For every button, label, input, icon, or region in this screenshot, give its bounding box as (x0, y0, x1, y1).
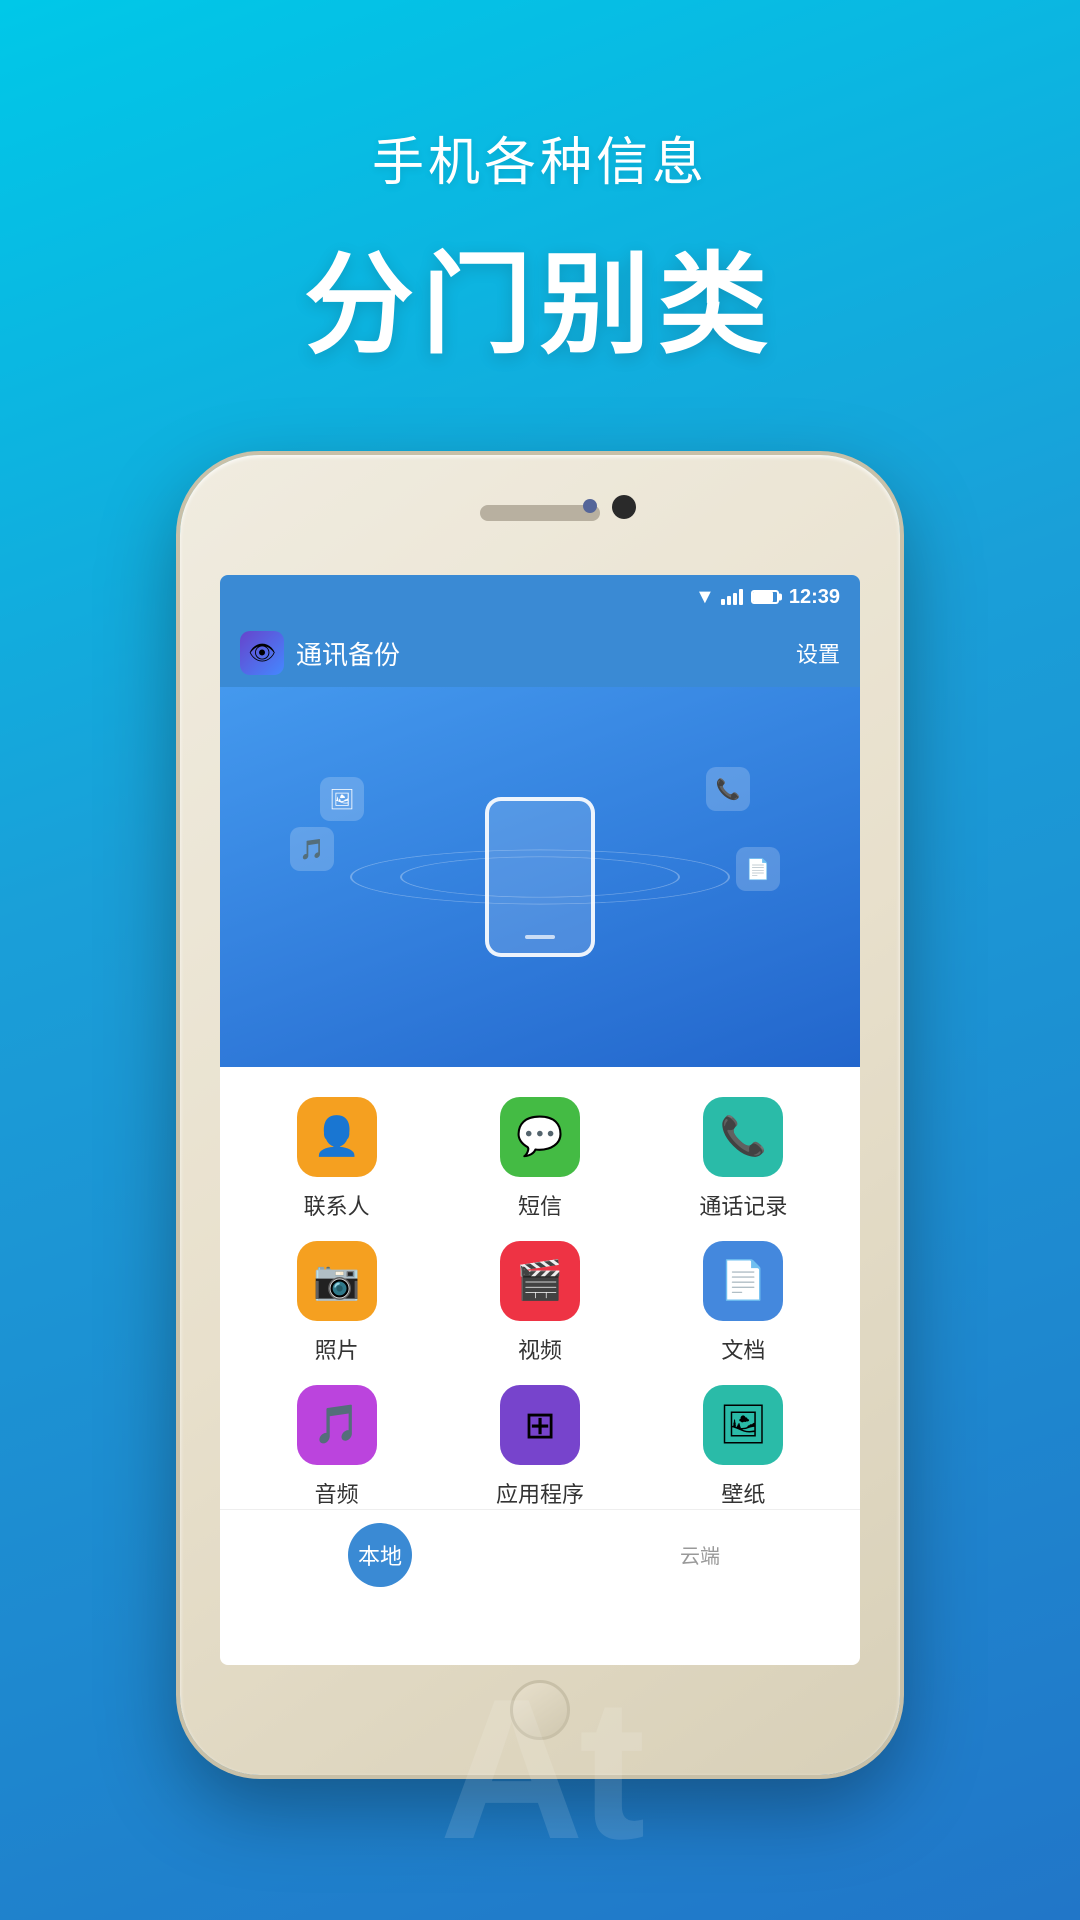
grid-item-calls[interactable]: 📞 通话记录 (647, 1097, 840, 1221)
grid-item-photos[interactable]: 📷 照片 (240, 1241, 433, 1365)
status-icons: ▼ 12:39 (695, 586, 840, 609)
status-bar: ▼ 12:39 (220, 575, 860, 619)
app-grid-section: 👤 联系人 💬 短信 📞 通话记录 📷 (220, 1067, 860, 1509)
grid-item-sms[interactable]: 💬 短信 (443, 1097, 636, 1221)
hero-area: 🖼 🎵 📞 📄 (220, 687, 860, 1067)
phone-outer: ▼ 12:39 (180, 455, 900, 1775)
background: 手机各种信息 分门别类 ▼ (0, 0, 1080, 1920)
floating-icon-photo: 🖼 (320, 777, 364, 821)
tab-local-dot: 本地 (348, 1523, 412, 1587)
apps-icon: ⊞ (500, 1385, 580, 1465)
grid-item-audio[interactable]: 🎵 音频 (240, 1385, 433, 1509)
tab-local[interactable]: 本地 (220, 1523, 540, 1587)
grid-item-contacts[interactable]: 👤 联系人 (240, 1097, 433, 1221)
video-label: 视频 (518, 1333, 562, 1365)
battery-icon (751, 590, 779, 604)
sms-label: 短信 (518, 1189, 562, 1221)
floating-icon-music: 🎵 (290, 827, 334, 871)
app-grid: 👤 联系人 💬 短信 📞 通话记录 📷 (240, 1097, 840, 1509)
phone-camera (612, 495, 636, 519)
contacts-label: 联系人 (304, 1189, 370, 1221)
hero-phone-graphic (485, 797, 595, 957)
tab-cloud-label: 云端 (680, 1540, 720, 1569)
photos-label: 照片 (315, 1333, 359, 1365)
status-time: 12:39 (789, 586, 840, 609)
wallpaper-label: 壁纸 (721, 1477, 765, 1509)
bottom-tabs: 本地 云端 (220, 1509, 860, 1599)
grid-item-wallpaper[interactable]: 🖼 壁纸 (647, 1385, 840, 1509)
phone-top-bezel (180, 455, 900, 575)
settings-button[interactable]: 设置 (796, 637, 840, 669)
grid-item-video[interactable]: 🎬 视频 (443, 1241, 636, 1365)
tab-cloud[interactable]: 云端 (540, 1540, 860, 1569)
bottom-watermark-text: At (439, 1670, 640, 1870)
apps-label: 应用程序 (496, 1477, 584, 1509)
phone-speaker (480, 505, 600, 521)
signal-icon (721, 589, 743, 605)
audio-icon: 🎵 (297, 1385, 377, 1465)
phone-screen: ▼ 12:39 (220, 575, 860, 1665)
phone-mockup: ▼ 12:39 (180, 455, 900, 1775)
photos-icon: 📷 (297, 1241, 377, 1321)
contacts-icon: 👤 (297, 1097, 377, 1177)
bottom-watermark-area: At (0, 1620, 1080, 1920)
audio-label: 音频 (315, 1477, 359, 1509)
app-logo-icon: 👁 (240, 631, 284, 675)
floating-icon-doc: 📄 (736, 847, 780, 891)
logo-emoji: 👁 (248, 640, 276, 666)
app-title: 通讯备份 (296, 635, 796, 672)
calls-label: 通话记录 (699, 1189, 787, 1221)
grid-item-docs[interactable]: 📄 文档 (647, 1241, 840, 1365)
docs-label: 文档 (721, 1333, 765, 1365)
main-title: 分门别类 (304, 215, 776, 375)
app-header: 👁 通讯备份 设置 (220, 619, 860, 687)
video-icon: 🎬 (500, 1241, 580, 1321)
calls-icon: 📞 (703, 1097, 783, 1177)
floating-icon-phone: 📞 (706, 767, 750, 811)
subtitle: 手机各种信息 (372, 120, 708, 195)
wallpaper-icon: 🖼 (703, 1385, 783, 1465)
tab-local-label: 本地 (358, 1539, 402, 1571)
wifi-icon: ▼ (695, 586, 715, 609)
sms-icon: 💬 (500, 1097, 580, 1177)
docs-icon: 📄 (703, 1241, 783, 1321)
grid-item-apps[interactable]: ⊞ 应用程序 (443, 1385, 636, 1509)
